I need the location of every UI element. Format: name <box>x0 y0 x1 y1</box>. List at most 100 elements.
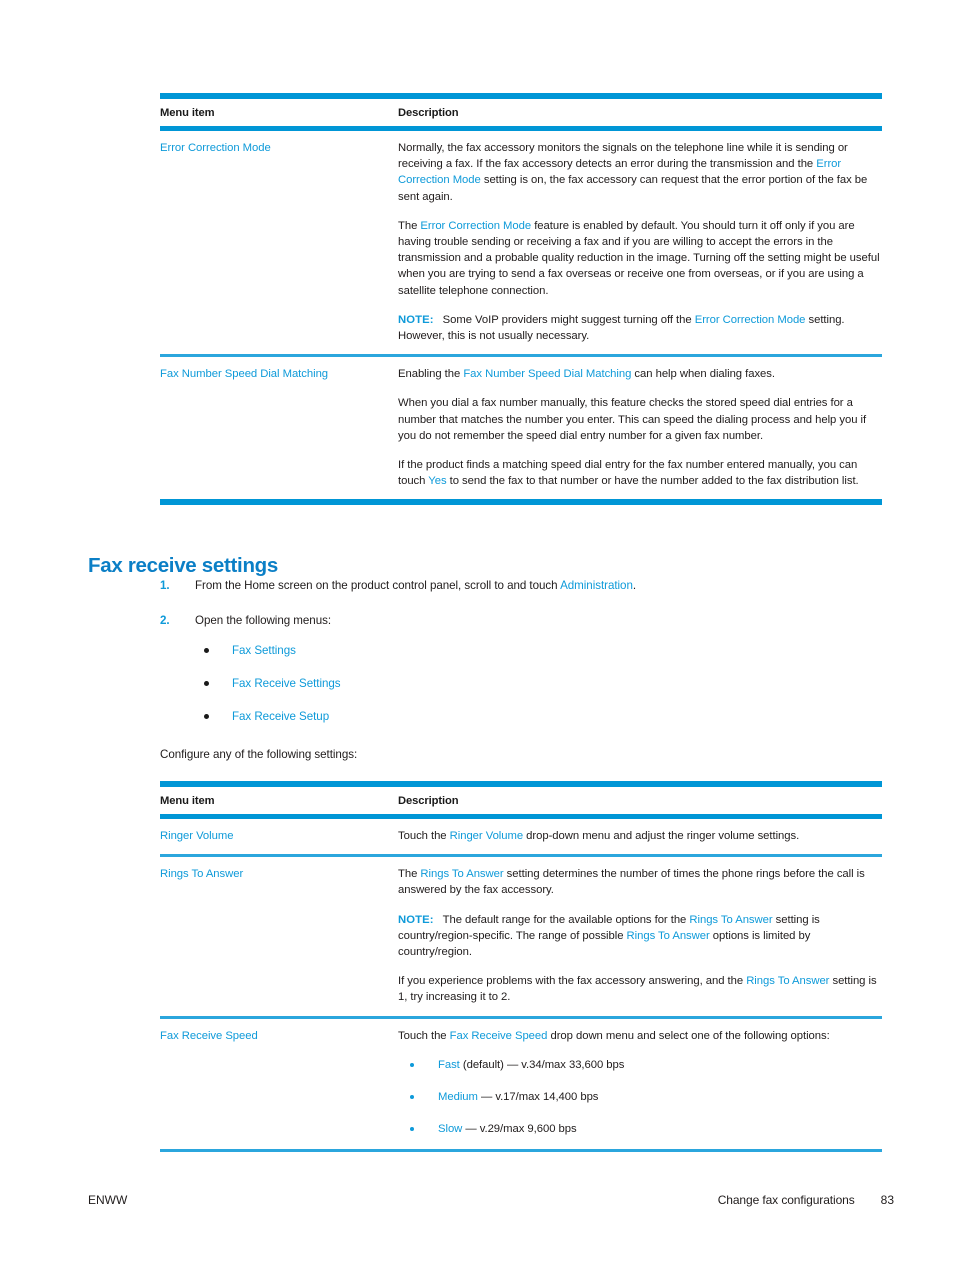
inline-link[interactable]: Fax Number Speed Dial Matching <box>463 368 631 380</box>
inline-text: The default range for the available opti… <box>442 913 690 926</box>
bullet-icon <box>204 714 209 719</box>
header-menu-item: Menu item <box>160 107 215 119</box>
row-menu-item[interactable]: Fax Receive Speed <box>160 1019 398 1149</box>
table-row: Fax Number Speed Dial Matching Enabling … <box>160 357 882 499</box>
inline-text: Touch the <box>398 1029 450 1042</box>
paragraph: The Rings To Answer setting determines t… <box>398 866 882 898</box>
footer-page-number: 83 <box>880 1193 894 1207</box>
inline-text: can help when dialing faxes. <box>631 368 775 381</box>
inline-link[interactable]: Error Correction Mode <box>695 314 806 326</box>
row-description: Touch the Ringer Volume drop-down menu a… <box>398 819 882 854</box>
note-paragraph: NOTE: Some VoIP providers might suggest t… <box>398 312 882 344</box>
list-item[interactable]: Fast (default) — v.34/max 33,600 bps <box>398 1057 882 1073</box>
footer-chapter-title: Change fax configurations <box>717 1193 855 1207</box>
document-page: Menu item Description Error Correction M… <box>0 0 954 1270</box>
note-label: NOTE: <box>398 913 434 926</box>
configure-instruction: Configure any of the following settings: <box>160 748 358 761</box>
paragraph: The Error Correction Mode feature is ena… <box>398 218 882 299</box>
footer-right: Change fax configurations 83 <box>718 1193 894 1207</box>
table-one-body: Menu item Description Error Correction M… <box>160 93 882 506</box>
inline-text: The <box>398 868 421 881</box>
paragraph: If you experience problems with the fax … <box>398 973 882 1005</box>
list-item[interactable]: Fax Settings <box>195 643 882 658</box>
list-item[interactable]: Fax Receive Settings <box>195 676 882 691</box>
table-row: Fax Receive Speed Touch the Fax Receive … <box>160 1019 882 1149</box>
row-description: The Rings To Answer setting determines t… <box>398 857 882 1015</box>
menu-label: Fax Receive Setup <box>232 710 330 723</box>
bullet-icon <box>204 648 209 653</box>
paragraph: Enabling the Fax Number Speed Dial Match… <box>398 366 882 382</box>
rule-bottom-bar <box>160 499 882 506</box>
inline-text: Enabling the <box>398 368 464 381</box>
inline-text: Normally, the fax accessory monitors the… <box>398 142 848 171</box>
step-marker: 2. <box>160 614 170 627</box>
header-description: Description <box>398 795 459 807</box>
inline-text: Touch the <box>398 830 450 842</box>
table-rule-bottom <box>160 1148 882 1153</box>
row-description: Normally, the fax accessory monitors the… <box>398 131 882 354</box>
table-row: Error Correction Mode Normally, the fax … <box>160 131 882 354</box>
row-description: Enabling the Fax Number Speed Dial Match… <box>398 357 882 499</box>
header-description: Description <box>398 107 459 119</box>
inline-text: setting is <box>829 975 877 988</box>
inline-link[interactable]: Fax Receive Speed <box>450 1030 548 1042</box>
bullet-icon <box>204 681 209 686</box>
inline-link[interactable]: Yes <box>428 475 446 487</box>
inline-text: . <box>507 991 511 1004</box>
inline-text: From the Home screen on the product cont… <box>195 579 561 592</box>
list-item[interactable]: Fax Receive Setup <box>195 709 882 724</box>
list-item[interactable]: Medium — v.17/max 14,400 bps <box>398 1089 882 1105</box>
list-item[interactable]: Slow — v.29/max 9,600 bps <box>398 1121 882 1137</box>
step-marker: 1. <box>160 579 170 592</box>
rule-bottom-bar <box>160 1148 882 1153</box>
list-item: 2. Open the following menus: Fax Setting… <box>160 613 882 724</box>
row-menu-item[interactable]: Ringer Volume <box>160 819 398 854</box>
inline-text: (default) — v.34/max 33,600 bps <box>459 1058 625 1071</box>
menu-label: Fax Settings <box>232 644 296 657</box>
table-two-body: Menu item Description Ringer Volume Touc… <box>160 781 882 1153</box>
inline-link[interactable]: Slow <box>438 1123 462 1135</box>
inline-text: When you dial a fax number manually, thi… <box>398 397 867 442</box>
inline-text: to send the fax to that number or have t… <box>446 475 859 488</box>
fax-send-settings-table: Menu item Description Error Correction M… <box>160 93 882 506</box>
inline-link[interactable]: Rings To Answer <box>627 930 710 942</box>
row-menu-item[interactable]: Error Correction Mode <box>160 131 398 354</box>
inline-link[interactable]: Medium <box>438 1091 478 1103</box>
inline-text: If you experience problems with the fax … <box>398 975 747 988</box>
inline-link[interactable]: Ringer Volume <box>450 830 524 842</box>
paragraph: Normally, the fax accessory monitors the… <box>398 140 882 205</box>
paragraph: If the product finds a matching speed di… <box>398 457 882 489</box>
table-rule-bottom <box>160 499 882 506</box>
inline-text: , try increasing it to <box>404 991 502 1004</box>
table-row: Ringer Volume Touch the Ringer Volume dr… <box>160 819 882 854</box>
inline-link[interactable]: Rings To Answer <box>689 914 772 926</box>
page-title: Fax receive settings <box>88 554 278 577</box>
inline-link[interactable]: Fast <box>438 1059 460 1071</box>
paragraph: Touch the Fax Receive Speed drop down me… <box>398 1028 882 1044</box>
inline-link[interactable]: Administration <box>560 579 633 592</box>
paragraph: When you dial a fax number manually, thi… <box>398 395 882 444</box>
note-paragraph: NOTE: The default range for the available… <box>398 912 882 961</box>
inline-link[interactable]: Rings To Answer <box>746 975 829 987</box>
bullet-icon <box>410 1062 414 1067</box>
fax-receive-settings-table: Menu item Description Ringer Volume Touc… <box>160 781 882 1153</box>
table-header-row: Menu item Description <box>160 787 882 814</box>
bullet-icon <box>410 1094 414 1099</box>
inline-text: drop down menu and select one of the fol… <box>547 1029 830 1042</box>
header-menu-item: Menu item <box>160 795 215 807</box>
step-text: From the Home screen on the product cont… <box>195 579 636 592</box>
paragraph: Touch the Ringer Volume drop-down menu a… <box>398 828 882 844</box>
row-menu-item[interactable]: Rings To Answer <box>160 857 398 1015</box>
inline-link[interactable]: Error Correction Mode <box>420 220 531 232</box>
menu-label: Fax Receive Settings <box>232 677 341 690</box>
inline-link[interactable]: Rings To Answer <box>420 868 503 880</box>
inline-text: . <box>632 579 637 592</box>
table-header-row: Menu item Description <box>160 99 882 126</box>
table-row: Rings To Answer The Rings To Answer sett… <box>160 857 882 1015</box>
row-description: Touch the Fax Receive Speed drop down me… <box>398 1019 882 1149</box>
bullet-icon <box>410 1126 414 1131</box>
footer-locale: ENWW <box>88 1193 128 1207</box>
row-menu-item[interactable]: Fax Number Speed Dial Matching <box>160 357 398 499</box>
inline-text: drop-down menu and adjust the ringer vol… <box>523 830 800 842</box>
menu-path-list: Fax Settings Fax Receive Settings Fax Re… <box>195 643 882 724</box>
